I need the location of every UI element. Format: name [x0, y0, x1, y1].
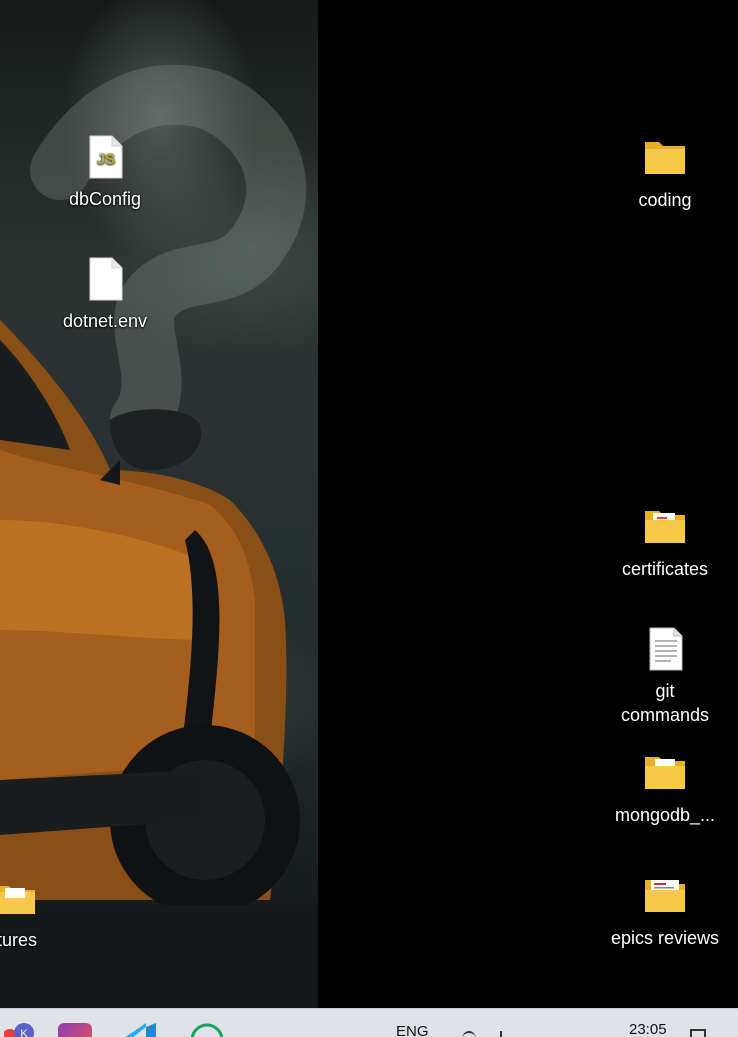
- desktop-icon-label: dotnet.env: [62, 311, 148, 331]
- desktop-icon-git-commands[interactable]: git commands: [610, 625, 720, 727]
- wifi-icon[interactable]: [462, 1031, 476, 1037]
- desktop-icon-label-line1: git: [655, 681, 675, 701]
- vscode-icon[interactable]: [122, 1023, 156, 1037]
- whatsapp-icon[interactable]: [190, 1023, 224, 1037]
- desktop-icon-dotnet-env[interactable]: dotnet.env: [50, 255, 160, 333]
- desktop-icon-dbconfig[interactable]: JS dbConfig: [50, 133, 160, 211]
- teams-icon[interactable]: K: [2, 1023, 38, 1037]
- clock-time[interactable]: 23:05: [629, 1021, 667, 1037]
- instagram-icon[interactable]: [58, 1023, 92, 1037]
- desktop-icon-label: mongodb_...: [614, 805, 716, 825]
- taskbar: K ENG 23:05: [0, 1008, 738, 1037]
- desktop-icon-label: tures: [0, 930, 37, 950]
- text-file-icon: [649, 627, 683, 671]
- desktop-icon-certificates[interactable]: certificates: [610, 503, 720, 581]
- desktop-icon-mongodb[interactable]: mongodb_...: [610, 749, 720, 827]
- desktop-icon-label-line2: commands: [620, 705, 710, 725]
- desktop-icon-label: certificates: [621, 559, 709, 579]
- svg-text:JS: JS: [97, 151, 115, 168]
- folder-icon: [645, 757, 685, 789]
- volume-icon[interactable]: [500, 1031, 512, 1037]
- js-file-icon: JS: [89, 135, 123, 179]
- desktop-icon-pictures[interactable]: tures: [0, 874, 54, 952]
- folder-icon: [645, 880, 685, 912]
- folder-icon: [645, 142, 685, 174]
- desktop-icon-epics-reviews[interactable]: epics reviews: [610, 872, 720, 950]
- folder-icon: [0, 886, 35, 914]
- desktop-icon-coding[interactable]: coding: [610, 134, 720, 212]
- folder-icon: [645, 511, 685, 543]
- language-indicator[interactable]: ENG: [396, 1023, 429, 1037]
- desktop-icon-label: coding: [638, 190, 692, 210]
- blank-file-icon: [89, 257, 123, 301]
- desktop-icon-label: dbConfig: [68, 189, 142, 209]
- desktop-icon-label: epics reviews: [610, 928, 720, 948]
